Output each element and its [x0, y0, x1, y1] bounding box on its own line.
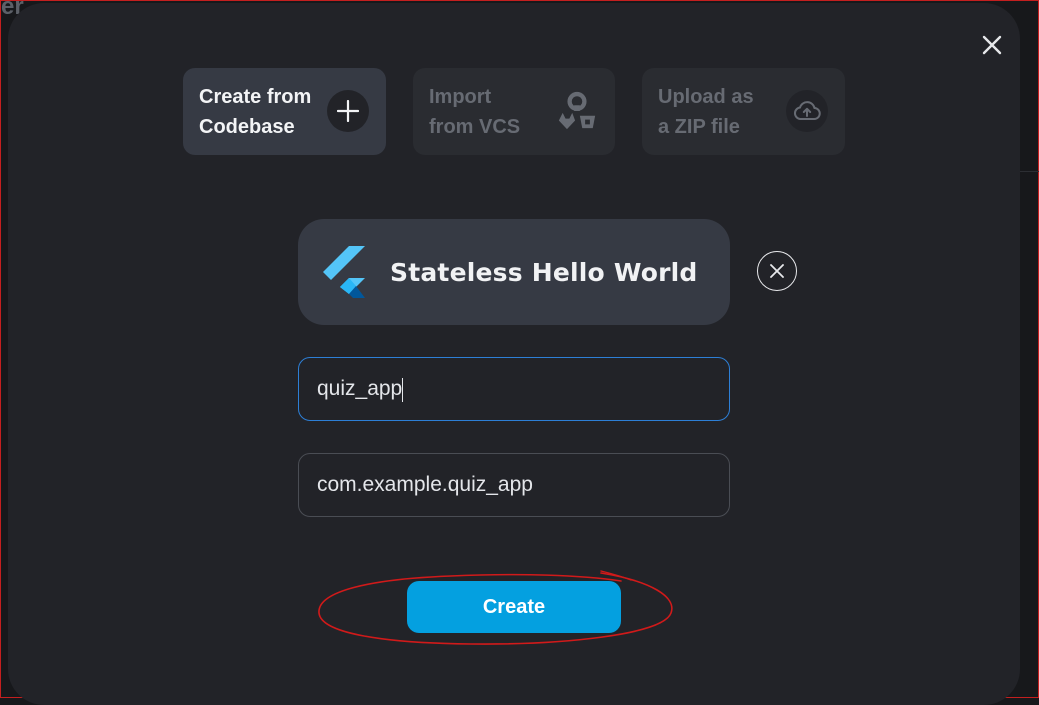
project-name-input[interactable]: [298, 357, 730, 421]
text-caret: [402, 378, 403, 402]
tab-label: Import from VCS: [429, 85, 521, 138]
tab-upload-zip[interactable]: Upload as a ZIP file: [642, 68, 845, 155]
tab-create-from-codebase[interactable]: Create from Codebase: [183, 68, 386, 155]
plus-icon: [327, 90, 369, 132]
close-button[interactable]: [972, 25, 1012, 65]
cloud-upload-icon: [786, 90, 828, 132]
vcs-icon: [556, 90, 598, 132]
bitbucket-icon: [579, 115, 596, 129]
tab-label: Create from Codebase: [199, 85, 312, 138]
gitlab-icon: [558, 112, 576, 130]
tab-import-from-vcs[interactable]: Import from VCS: [413, 68, 615, 155]
close-icon: [982, 35, 1002, 55]
selected-template-card: Stateless Hello World: [298, 219, 730, 325]
flutter-logo-icon: [323, 246, 365, 298]
remove-template-button[interactable]: [757, 251, 797, 291]
github-icon: [567, 91, 587, 111]
screenshot-frame: er Create from Codebase Import from VCS: [0, 0, 1039, 705]
template-title: Stateless Hello World: [390, 257, 698, 287]
tab-label: Upload as a ZIP file: [658, 85, 754, 138]
close-icon: [770, 264, 784, 278]
create-button[interactable]: Create: [407, 581, 621, 633]
package-name-input[interactable]: [298, 453, 730, 517]
backdrop-divider: [1017, 171, 1039, 172]
